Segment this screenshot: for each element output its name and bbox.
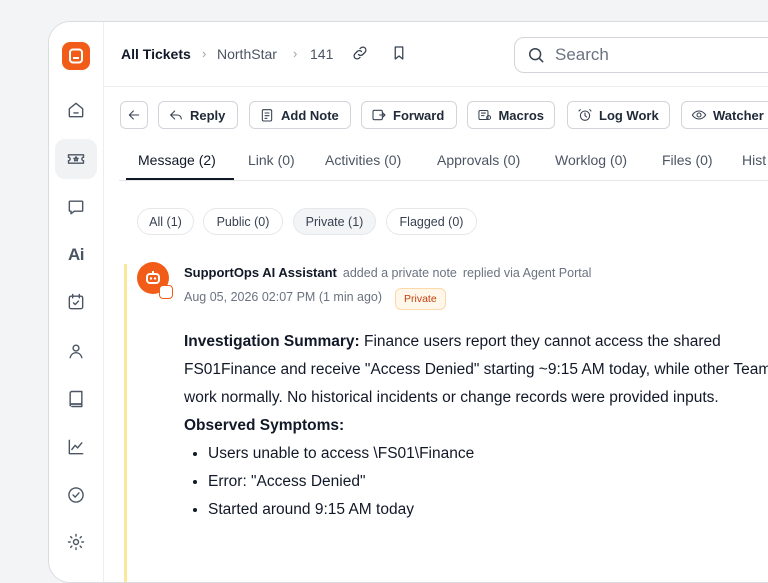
- search-placeholder: Search: [555, 45, 609, 64]
- reply-button[interactable]: Reply: [158, 101, 238, 129]
- filter-all[interactable]: All (1): [137, 208, 194, 235]
- chevron-right-icon: ›: [293, 46, 298, 61]
- book-icon[interactable]: [55, 379, 97, 419]
- message-timestamp: Aug 05, 2026 02:07 PM (1 min ago): [184, 290, 383, 304]
- chevron-right-icon: ›: [202, 46, 207, 61]
- message-body: Investigation Summary: Finance users rep…: [184, 328, 768, 524]
- reply-icon: [170, 110, 182, 120]
- add-note-label: Add Note: [281, 107, 339, 123]
- tab-link[interactable]: Link (0): [248, 152, 295, 168]
- search-icon: [529, 48, 544, 63]
- watcher-button[interactable]: Watcher: [681, 101, 768, 129]
- summary-heading: Investigation Summary:: [184, 333, 360, 350]
- bot-icon: [146, 271, 160, 284]
- message-channel: replied via Agent Portal: [462, 266, 592, 280]
- app-window: Ai All Tickets › NorthStar › 141 Search …: [48, 21, 768, 583]
- macros-label: Macros: [498, 107, 544, 123]
- tab-history[interactable]: Hist: [742, 152, 766, 168]
- sidebar: Ai: [49, 22, 104, 582]
- portal-badge-icon: [159, 285, 173, 299]
- message-author-line: SupportOps AI Assistant added a private n…: [184, 265, 591, 280]
- active-tab-indicator: [126, 178, 234, 180]
- private-badge: Private: [395, 288, 446, 310]
- filter-public[interactable]: Public (0): [203, 208, 283, 235]
- tab-activities[interactable]: Activities (0): [325, 152, 401, 168]
- back-button[interactable]: [120, 101, 148, 129]
- approvals-icon[interactable]: [55, 475, 97, 515]
- add-note-button[interactable]: Add Note: [249, 101, 351, 129]
- breadcrumb-org[interactable]: NorthStar: [217, 46, 277, 62]
- bookmark-icon[interactable]: [390, 44, 410, 64]
- breadcrumb-all-tickets[interactable]: All Tickets: [121, 46, 191, 62]
- ai-label: Ai: [68, 245, 85, 264]
- private-note-indicator: [124, 264, 127, 582]
- ticket-tabs: Message (2) Link (0) Activities (0) Appr…: [119, 142, 768, 181]
- contacts-icon[interactable]: [55, 331, 97, 371]
- alarm-clock-icon: [578, 109, 592, 121]
- summary-paragraph: Investigation Summary: Finance users rep…: [184, 328, 768, 412]
- watcher-label: Watcher: [713, 107, 764, 123]
- search-input[interactable]: Search: [514, 37, 768, 73]
- symptoms-list: Users unable to access \FS01\Finance Err…: [184, 440, 768, 524]
- forward-button[interactable]: Forward: [361, 101, 457, 129]
- chat-icon[interactable]: [55, 187, 97, 227]
- eye-icon: [691, 110, 707, 120]
- list-item: Users unable to access \FS01\Finance: [208, 440, 768, 468]
- macros-button[interactable]: Macros: [467, 101, 555, 129]
- avatar: [137, 262, 173, 299]
- list-item: Error: "Access Denied": [208, 468, 768, 496]
- app-logo[interactable]: [62, 42, 90, 70]
- breadcrumb-ticket-number: 141: [310, 46, 334, 62]
- message-author[interactable]: SupportOps AI Assistant: [184, 265, 337, 280]
- log-work-button[interactable]: Log Work: [567, 101, 670, 129]
- log-work-label: Log Work: [599, 107, 659, 123]
- forward-label: Forward: [393, 107, 445, 123]
- ticket-toolbar: Reply Add Note Forward Macros Log Work W…: [119, 101, 768, 133]
- header: All Tickets › NorthStar › 141 Search: [103, 22, 768, 87]
- arrow-left-icon: [128, 110, 140, 120]
- filter-private[interactable]: Private (1): [293, 208, 376, 235]
- forward-icon: [372, 109, 386, 121]
- tickets-icon[interactable]: [55, 139, 97, 179]
- analytics-icon[interactable]: [55, 427, 97, 467]
- tab-files[interactable]: Files (0): [662, 152, 713, 168]
- home-icon[interactable]: [55, 90, 97, 130]
- filter-flagged[interactable]: Flagged (0): [386, 208, 477, 235]
- calendar-check-icon[interactable]: [55, 282, 97, 322]
- symptoms-heading: Observed Symptoms:: [184, 417, 345, 434]
- reply-label: Reply: [190, 107, 226, 123]
- settings-icon[interactable]: [55, 522, 97, 562]
- tab-message[interactable]: Message (2): [138, 152, 216, 168]
- tab-worklog[interactable]: Worklog (0): [555, 152, 627, 168]
- message-action: added a private note: [342, 266, 457, 280]
- macros-icon: [478, 109, 492, 121]
- tab-approvals[interactable]: Approvals (0): [437, 152, 520, 168]
- list-item: Started around 9:15 AM today: [208, 496, 768, 524]
- note-icon: [261, 109, 273, 122]
- link-icon[interactable]: [351, 44, 371, 64]
- ai-icon[interactable]: Ai: [55, 235, 97, 275]
